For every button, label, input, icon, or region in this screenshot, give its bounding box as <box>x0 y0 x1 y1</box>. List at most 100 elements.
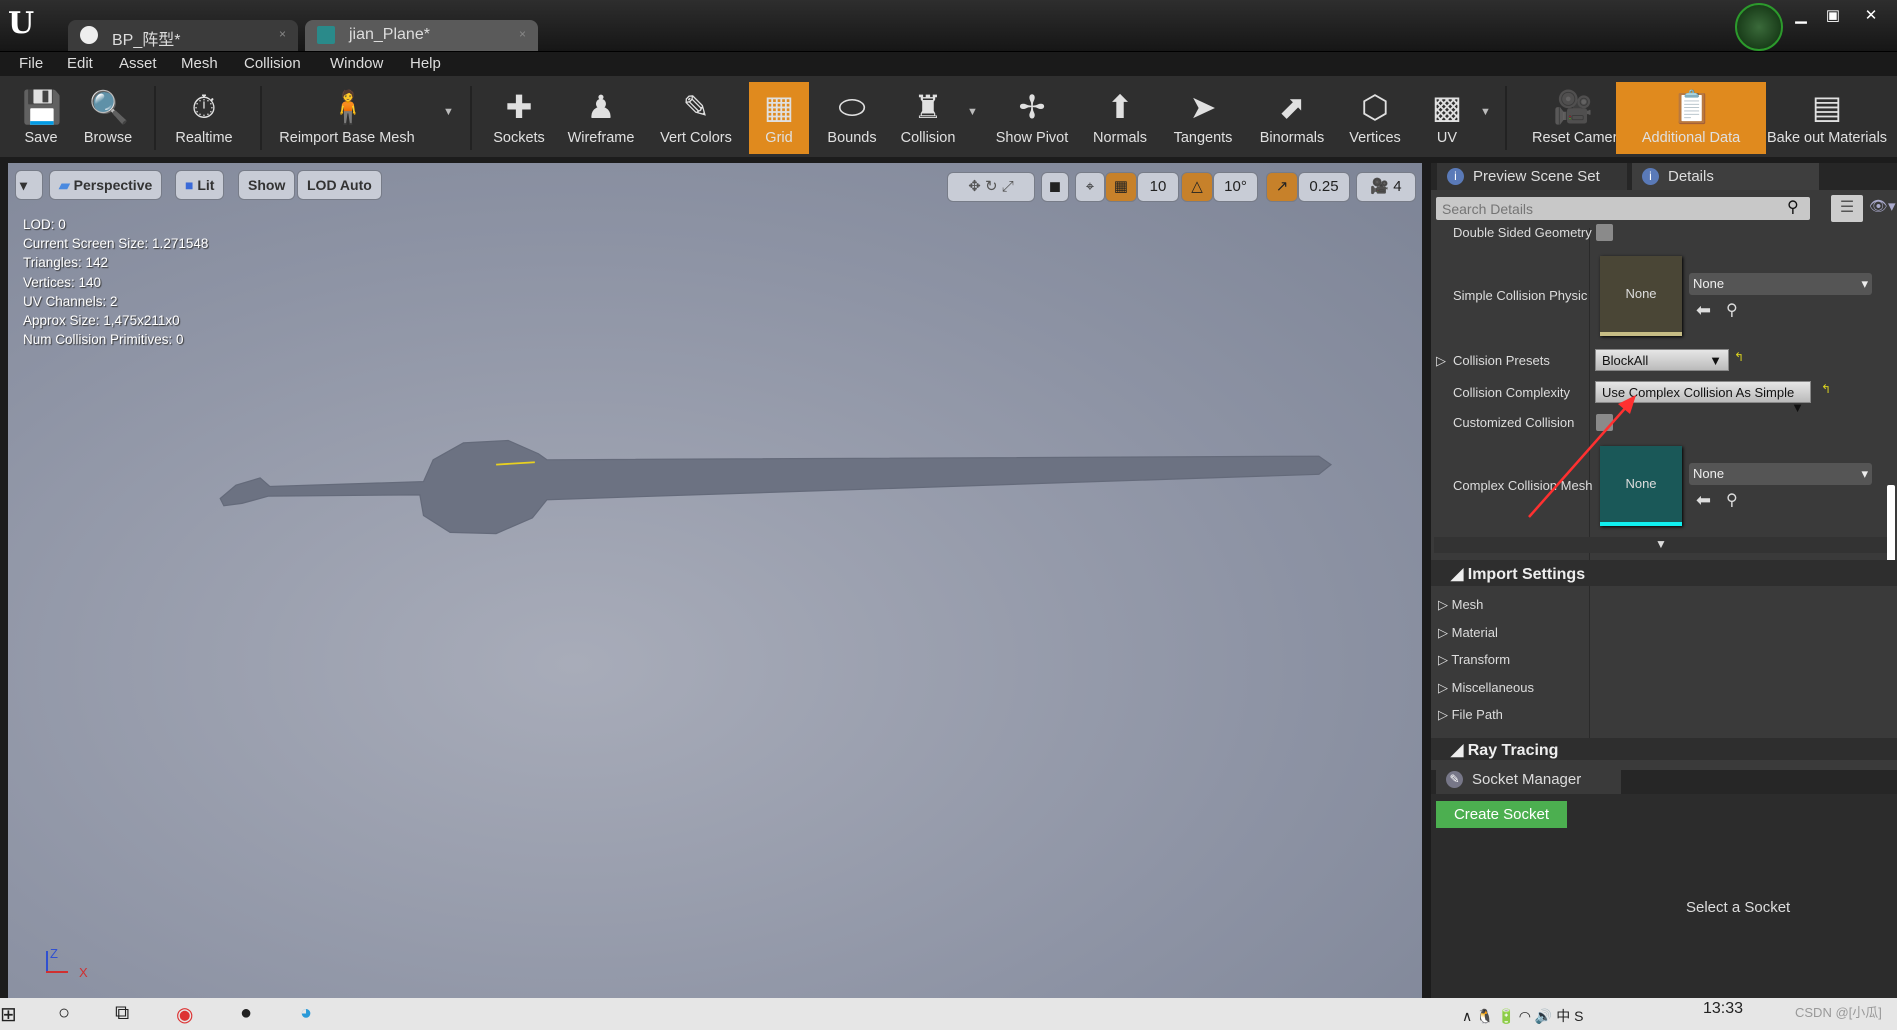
show-pivot-icon: ✢ <box>1018 89 1046 125</box>
tab-jian-plane[interactable]: jian_Plane* × <box>305 20 538 51</box>
maximize-button[interactable]: ▣ <box>1820 6 1846 26</box>
menu-bar: File Edit Asset Mesh Collision Window He… <box>0 51 1897 76</box>
wireframe-icon: ♟ <box>586 89 616 125</box>
label: Material <box>1451 625 1498 640</box>
browse-label: Browse <box>83 130 133 146</box>
grid-button[interactable]: ▦ Grid <box>749 82 809 154</box>
reset-camera-button[interactable]: 🎥 Reset Camera <box>1532 82 1625 154</box>
label: Mesh <box>1451 597 1484 612</box>
reimport-base-mesh-icon: 🧍 <box>328 89 368 125</box>
tab-socket-manager[interactable]: ✎ Socket Manager <box>1436 766 1621 794</box>
watermark: CSDN @[小瓜] <box>1795 1005 1882 1020</box>
collision-dropdown-arrow-icon[interactable]: ▼ <box>967 106 978 118</box>
create-socket-button[interactable]: Create Socket <box>1436 801 1567 828</box>
uv-button[interactable]: ▩ UV <box>1407 82 1487 154</box>
info-icon: i <box>1447 168 1464 185</box>
label: File Path <box>1451 707 1503 722</box>
vert-colors-button[interactable]: ✎ Vert Colors <box>656 82 736 154</box>
tab-preview-scene-set[interactable]: i Preview Scene Set <box>1437 163 1627 191</box>
import-item-mesh[interactable]: ▷ Mesh <box>1438 597 1483 613</box>
binormals-button[interactable]: ⬈ Binormals <box>1252 82 1332 154</box>
column-divider <box>1589 586 1590 749</box>
close-icon[interactable]: × <box>279 27 286 41</box>
advanced-expand-button[interactable]: ▼ <box>1434 537 1888 553</box>
source-control-icon[interactable] <box>1735 3 1783 51</box>
unreal-icon[interactable]: ● <box>240 1002 252 1025</box>
bake-out-materials-button[interactable]: ▤ Bake out Materials <box>1752 82 1897 154</box>
sockets-icon: ✚ <box>505 89 533 125</box>
edge-icon[interactable]: ◕ <box>300 1002 312 1025</box>
tray-icons[interactable]: ∧ 🐧 🔋 ◠ 🔊 中 S <box>1462 1006 1583 1026</box>
vert-colors-label: Vert Colors <box>660 130 732 146</box>
collision-button[interactable]: ♜ Collision <box>888 82 968 154</box>
show-pivot-button[interactable]: ✢ Show Pivot <box>992 82 1072 154</box>
binormals-label: Binormals <box>1259 130 1325 146</box>
label: Details <box>1668 168 1714 185</box>
menu-asset[interactable]: Asset <box>119 55 157 72</box>
show-pivot-label: Show Pivot <box>995 130 1069 146</box>
import-item-file-path[interactable]: ▷ File Path <box>1438 707 1503 723</box>
uv-label: UV <box>1436 130 1458 146</box>
x-axis-line <box>46 971 68 973</box>
realtime-icon: ⏱ <box>191 89 217 125</box>
menu-collision[interactable]: Collision <box>244 55 301 72</box>
import-item-transform[interactable]: ▷ Transform <box>1438 652 1510 668</box>
import-item-miscellaneous[interactable]: ▷ Miscellaneous <box>1438 680 1534 696</box>
tab-details[interactable]: i Details <box>1632 163 1819 191</box>
search-icon[interactable]: ○ <box>58 1002 70 1025</box>
close-icon[interactable]: × <box>519 27 526 41</box>
grid-icon: ▦ <box>763 89 795 125</box>
menu-help[interactable]: Help <box>410 55 441 72</box>
close-button[interactable]: ✕ <box>1858 6 1884 26</box>
tangents-icon: ➤ <box>1189 89 1217 125</box>
normals-label: Normals <box>1093 130 1147 146</box>
toolbar: 💾 Save 🔍 Browse ⏱ Realtime 🧍 Reimport Base Mesh… <box>0 76 1897 157</box>
clock[interactable]: 13:33 <box>1703 1000 1743 1018</box>
chrome-icon[interactable]: ◉ <box>176 1002 193 1027</box>
menu-window[interactable]: Window <box>330 55 383 72</box>
browse-icon: 🔍 <box>89 89 129 125</box>
bounds-label: Bounds <box>827 130 877 146</box>
tab-bp[interactable]: BP_阵型* × <box>68 20 298 51</box>
menu-mesh[interactable]: Mesh <box>181 55 218 72</box>
realtime-button[interactable]: ⏱ Realtime <box>164 82 244 154</box>
normals-icon: ⬆ <box>1106 89 1134 125</box>
vertices-label: Vertices <box>1349 130 1401 146</box>
collision-label: Collision <box>900 130 956 146</box>
axis-x-label: X <box>79 965 88 980</box>
menu-edit[interactable]: Edit <box>67 55 93 72</box>
additional-data-button[interactable]: 📋 Additional Data <box>1616 82 1766 154</box>
blueprint-icon <box>80 26 98 44</box>
minimize-button[interactable]: ▁ <box>1788 6 1814 26</box>
reset-camera-label: Reset Camera <box>1532 130 1626 146</box>
ray-tracing-section[interactable]: ◢ Ray Tracing <box>1431 738 1897 760</box>
toolbar-separator <box>1505 86 1507 150</box>
bounds-button[interactable]: ⬭ Bounds <box>812 82 892 154</box>
reset-camera-icon: 🎥 <box>1553 89 1593 125</box>
tangents-label: Tangents <box>1173 130 1233 146</box>
sockets-button[interactable]: ✚ Sockets <box>479 82 559 154</box>
windows-start-icon[interactable]: ⊞ <box>0 1002 17 1027</box>
label: Miscellaneous <box>1451 680 1534 695</box>
normals-button[interactable]: ⬆ Normals <box>1080 82 1160 154</box>
reimport-base-mesh-button[interactable]: 🧍 Reimport Base Mesh <box>272 82 422 154</box>
viewport[interactable]: ▾ ▰ Perspective ■ Lit Show LOD Auto LOD:… <box>8 163 1422 998</box>
label: Preview Scene Set <box>1473 168 1600 185</box>
bake-out-materials-label: Bake out Materials <box>1766 130 1888 146</box>
menu-file[interactable]: File <box>19 55 43 72</box>
wireframe-button[interactable]: ♟ Wireframe <box>561 82 641 154</box>
browse-button[interactable]: 🔍 Browse <box>68 82 148 154</box>
taskbar: ⊞ ○ ⧉ ◉ ● ◕ ∧ 🐧 🔋 ◠ 🔊 中 S 13:33 CSDN @[小… <box>0 998 1897 1030</box>
uv-dropdown-arrow-icon[interactable]: ▼ <box>1480 106 1491 118</box>
tangents-button[interactable]: ➤ Tangents <box>1163 82 1243 154</box>
z-axis-line <box>46 951 48 973</box>
import-item-material[interactable]: ▷ Material <box>1438 625 1498 641</box>
reimport-dropdown-arrow-icon[interactable]: ▼ <box>443 106 454 118</box>
task-view-icon[interactable]: ⧉ <box>115 1002 129 1025</box>
title-bar: U BP_阵型* × jian_Plane* × ▁ ▣ ✕ <box>0 0 1897 51</box>
import-settings-section[interactable]: ◢ Import Settings <box>1431 560 1897 586</box>
vertices-button[interactable]: ⬡ Vertices <box>1335 82 1415 154</box>
label: Transform <box>1451 652 1511 667</box>
unreal-logo: U <box>8 6 35 41</box>
label: Ray Tracing <box>1467 742 1559 759</box>
